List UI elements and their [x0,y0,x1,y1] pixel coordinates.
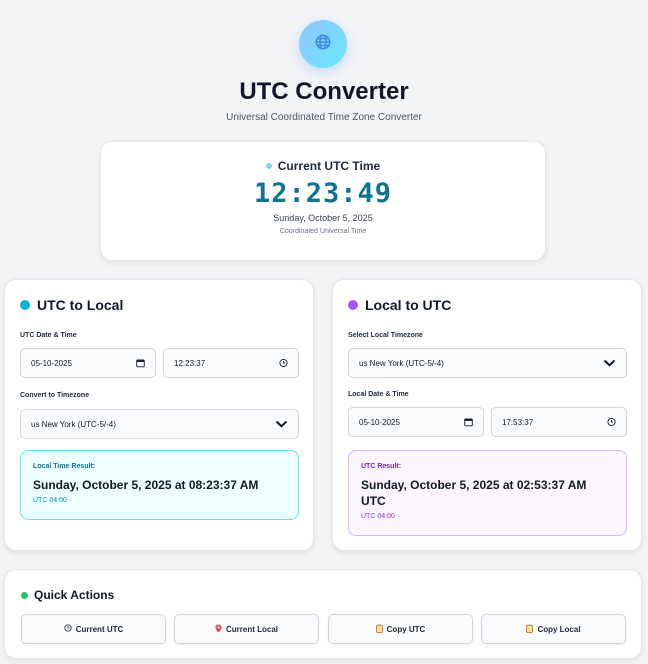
calendar-icon[interactable] [136,359,145,368]
button-label: Copy Local [537,624,581,634]
utc-clock-time: 12:23:49 [253,178,393,209]
green-dot [21,591,28,599]
utc-result: UTC Result: Sunday, October 5, 2025 at 0… [348,450,627,536]
panel-title-text: Local to UTC [365,297,452,313]
local-time-input[interactable]: 17:53:37 [491,407,627,437]
local-date-input[interactable]: 05-10-2025 [348,407,484,437]
clock-label: Current UTC Time [277,159,381,173]
current-utc-card: Current UTC Time 12:23:49 Sunday, Octobe… [100,141,546,261]
status-dot [265,163,272,169]
utc-clock-date: Sunday, October 5, 2025 [273,213,373,223]
clipboard-icon [526,623,534,635]
quick-actions-panel: Quick Actions Current UTC Current Local … [4,569,642,659]
clock-header: Current UTC Time [101,159,545,173]
button-label: Current UTC [75,624,124,634]
result-offset: UTC 04:00 [33,497,67,504]
purple-dot [348,300,358,310]
clock-icon [64,624,72,634]
local-timezone-label: Select Local Timezone [348,332,423,339]
calendar-icon[interactable] [464,418,473,427]
panel-title-text: UTC to Local [37,297,124,313]
result-label: Local Time Result: [33,463,96,470]
local-to-utc-panel: Local to UTC Select Local Timezone us Ne… [332,279,642,551]
utc-date-input[interactable]: 05-10-2025 [20,348,156,378]
clipboard-icon [375,623,383,635]
local-timezone-select[interactable]: us New York (UTC-5/-4) [348,348,627,378]
utc-timezone-label: Convert to Timezone [20,392,90,399]
panel-title: UTC to Local [20,297,123,313]
local-time-result: Local Time Result: Sunday, October 5, 20… [20,450,299,520]
result-value: Sunday, October 5, 2025 at 02:53:37 AM U… [361,478,587,508]
result-value: Sunday, October 5, 2025 at 08:23:37 AM [33,478,259,492]
button-label: Current Local [225,624,278,634]
copy-local-button[interactable]: Copy Local [481,614,626,644]
page-title: UTC Converter [239,78,409,105]
utc-time-value: 12:23:37 [174,358,206,368]
result-offset: UTC 04:00 [361,513,395,520]
current-utc-button[interactable]: Current UTC [21,614,166,644]
chevron-down-icon [275,420,288,428]
local-datetime-label: Local Date & Time [348,391,409,398]
utc-time-input[interactable]: 12:23:37 [163,348,299,378]
copy-utc-button[interactable]: Copy UTC [328,614,473,644]
quick-actions-title: Quick Actions [21,588,114,602]
clock-icon[interactable] [607,417,616,427]
panel-title: Local to UTC [348,297,451,313]
local-date-value: 05-10-2025 [359,417,400,427]
current-local-button[interactable]: Current Local [174,614,319,644]
globe-icon [314,33,332,56]
result-label: UTC Result: [361,463,402,470]
button-label: Copy UTC [386,624,426,634]
utc-to-local-panel: UTC to Local UTC Date & Time 05-10-2025 … [4,279,314,551]
utc-datetime-label: UTC Date & Time [20,332,77,339]
pin-icon [215,624,222,635]
app-logo [299,20,347,68]
utc-clock-caption: Coordinated Universal Time [279,228,367,235]
clock-icon[interactable] [279,358,288,368]
cyan-dot [20,300,30,310]
local-timezone-value: us New York (UTC-5/-4) [359,358,444,368]
utc-date-value: 05-10-2025 [31,358,72,368]
quick-actions-title-text: Quick Actions [34,588,115,602]
utc-timezone-select[interactable]: us New York (UTC-5/-4) [20,409,299,439]
chevron-down-icon [603,359,616,367]
page-subtitle: Universal Coordinated Time Zone Converte… [226,112,422,123]
utc-timezone-value: us New York (UTC-5/-4) [31,419,116,429]
local-time-value: 17:53:37 [502,417,534,427]
